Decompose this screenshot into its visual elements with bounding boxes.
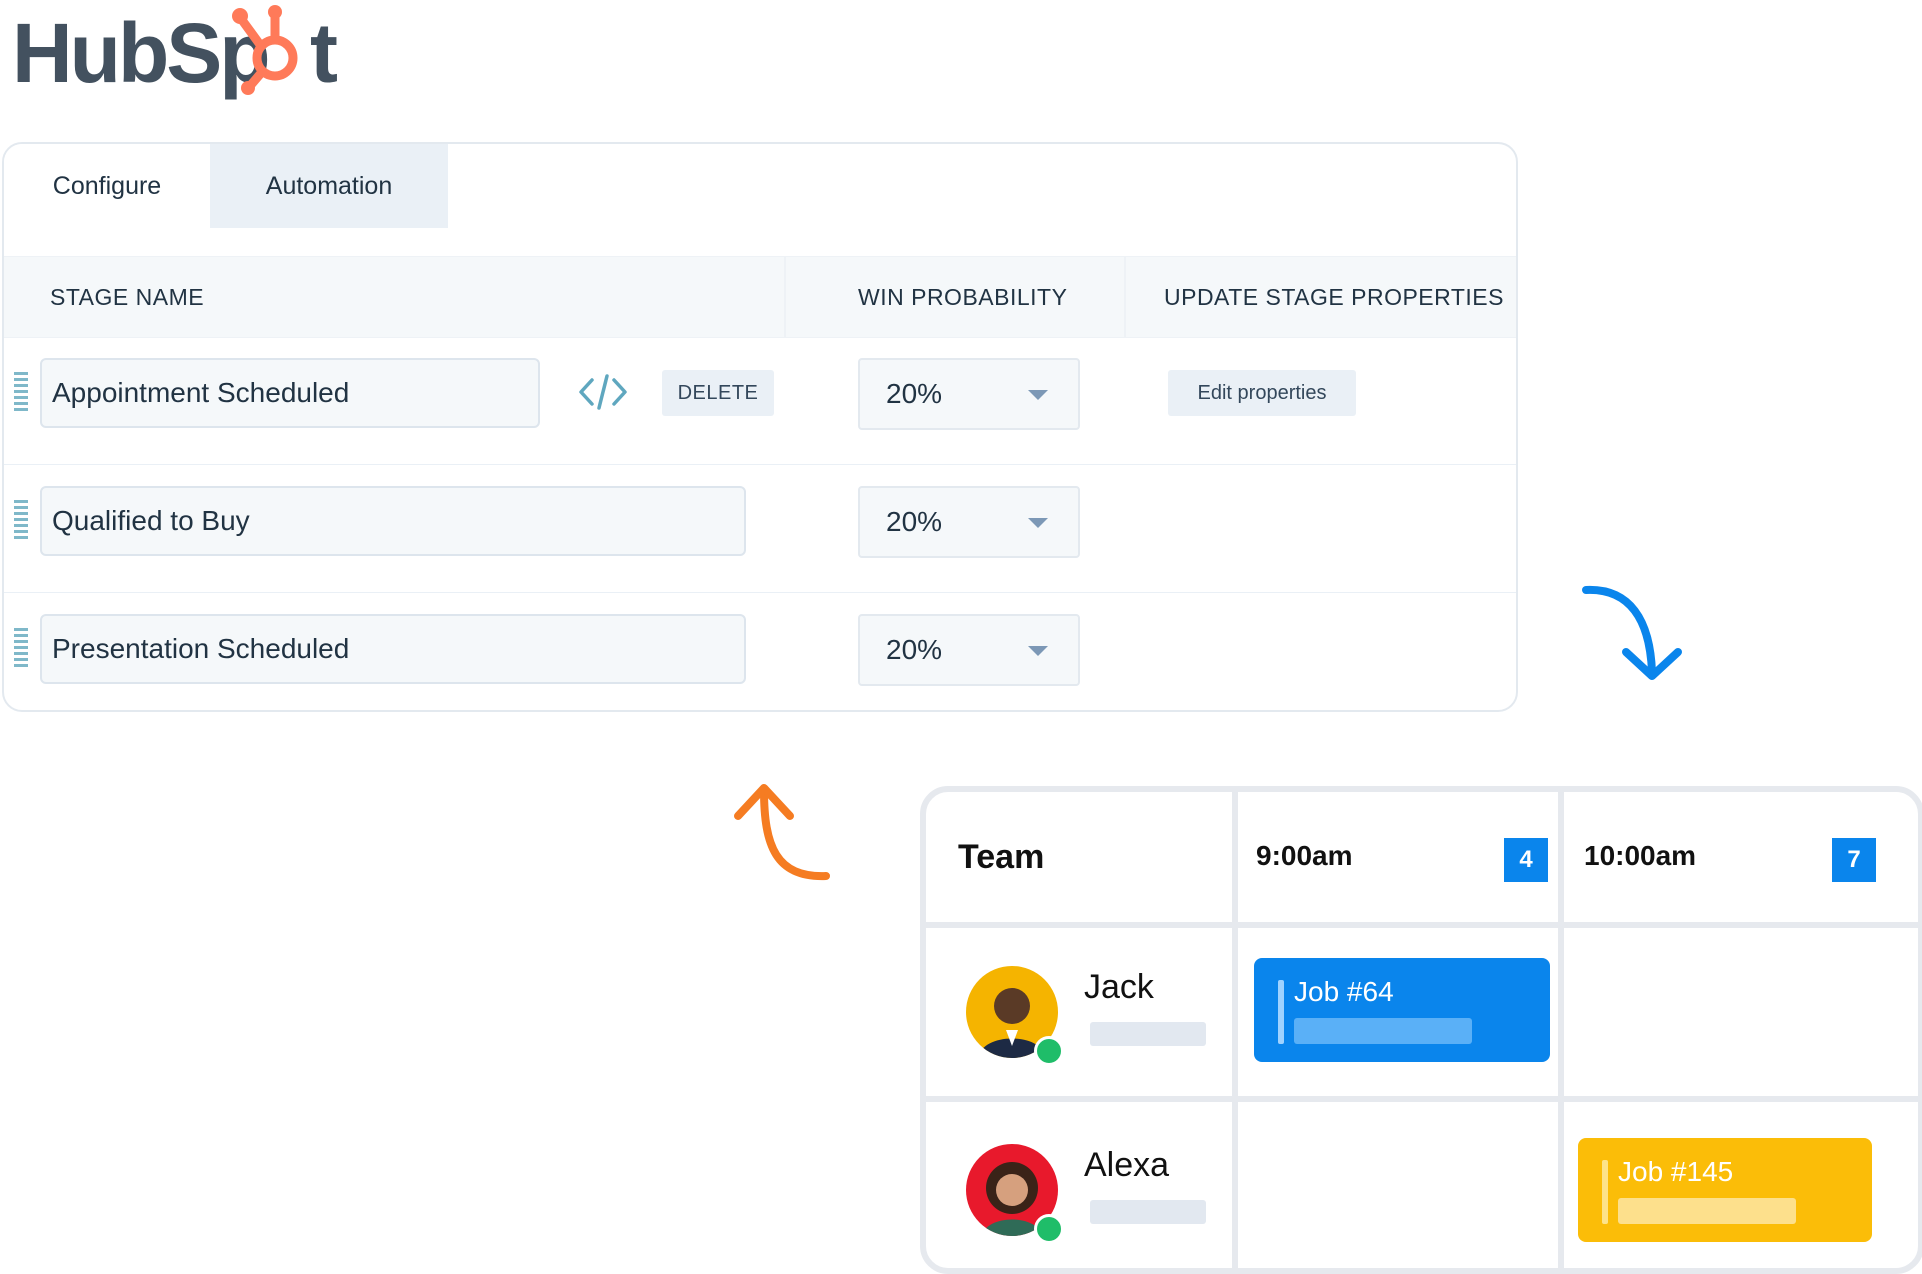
curved-arrow-down-icon [1582,585,1682,680]
stages-table-header: STAGE NAME WIN PROBABILITY UPDATE STAGE … [4,256,1516,338]
curved-arrow-up-icon [734,784,830,881]
stage-name-input[interactable]: Appointment Scheduled [40,358,540,428]
tab-bar: Configure Automation [4,144,448,228]
column-header-stage-name: STAGE NAME [50,284,205,310]
person-name: Alexa [1084,1146,1170,1184]
chevron-down-icon [1028,646,1048,656]
grid-divider [1558,792,1564,1268]
chevron-down-icon [1028,390,1048,400]
placeholder-bar [1090,1022,1206,1046]
drag-handle-icon[interactable] [14,628,28,668]
stage-row: Appointment Scheduled DELETE 20% Edit pr… [4,336,1516,465]
online-status-indicator [1034,1214,1064,1244]
svg-text:t: t [310,6,338,100]
win-probability-value: 20% [886,506,943,537]
chevron-down-icon [1028,518,1048,528]
drag-handle-icon[interactable] [14,372,28,412]
stage-name-input[interactable]: Presentation Scheduled [40,614,746,684]
job-card[interactable]: Job #145 [1578,1138,1872,1242]
job-accent-bar [1278,980,1284,1044]
team-schedule-panel: Team 9:00am 4 10:00am 7 Jack Job #64 Ale… [920,786,1922,1274]
stage-row: Presentation Scheduled 20% [4,592,1516,710]
delete-stage-button[interactable]: DELETE [662,370,774,416]
pipeline-settings-panel: Configure Automation STAGE NAME WIN PROB… [2,142,1518,712]
slot-count-badge: 4 [1504,838,1548,882]
job-title: Job #64 [1294,976,1394,1007]
stage-row: Qualified to Buy 20% [4,464,1516,593]
grid-divider [926,922,1918,928]
job-title: Job #145 [1618,1156,1734,1187]
tab-configure[interactable]: Configure [4,144,210,228]
grid-divider [1232,792,1238,1268]
code-embed-icon[interactable] [578,372,628,412]
win-probability-select[interactable]: 20% [858,614,1080,686]
svg-text:HubSp: HubSp [12,6,268,100]
placeholder-bar [1294,1018,1472,1044]
win-probability-value: 20% [886,378,943,409]
job-card[interactable]: Job #64 [1254,958,1550,1062]
column-header-win-probability: WIN PROBABILITY [858,284,1068,310]
time-slot-header: 10:00am [1584,840,1697,871]
slot-count-badge: 7 [1832,838,1876,882]
team-column-header: Team [958,838,1045,876]
placeholder-bar [1090,1200,1206,1224]
grid-divider [926,1096,1918,1102]
job-accent-bar [1602,1160,1608,1224]
edit-properties-button[interactable]: Edit properties [1168,370,1356,416]
stage-name-input[interactable]: Qualified to Buy [40,486,746,556]
placeholder-bar [1618,1198,1796,1224]
win-probability-select[interactable]: 20% [858,486,1080,558]
win-probability-select[interactable]: 20% [858,358,1080,430]
tab-automation[interactable]: Automation [210,144,448,228]
person-name: Jack [1084,968,1154,1006]
column-divider [784,257,786,337]
hubspot-logo: HubSp t [10,0,370,110]
column-header-update-stage-properties: UPDATE STAGE PROPERTIES [1164,284,1504,310]
win-probability-value: 20% [886,634,943,665]
drag-handle-icon[interactable] [14,500,28,540]
online-status-indicator [1034,1036,1064,1066]
time-slot-header: 9:00am [1256,840,1353,871]
column-divider [1124,257,1126,337]
